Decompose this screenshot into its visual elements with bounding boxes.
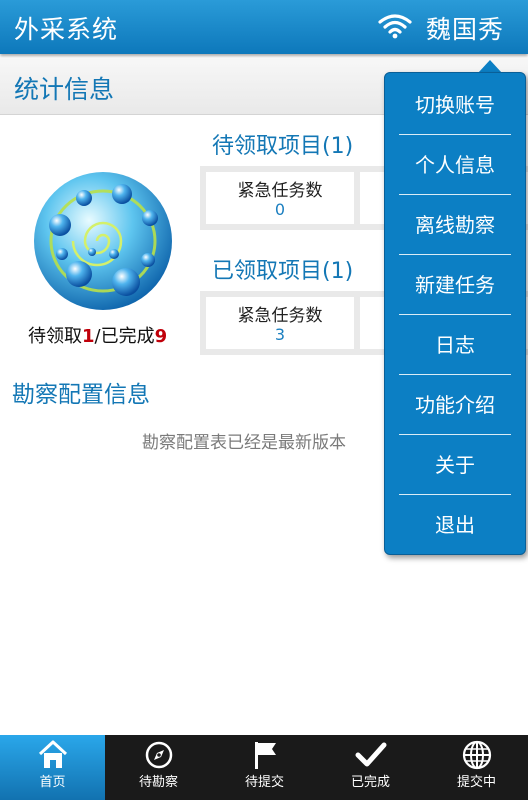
check-icon xyxy=(355,742,387,767)
config-status-message: 勘察配置表已经是最新版本 xyxy=(142,433,346,453)
stat-label: 紧急任务数 xyxy=(237,306,323,326)
wifi-icon xyxy=(378,14,412,39)
bottom-tab-bar: 首页 待勘察 待提交 已完成 提交中 xyxy=(0,735,528,800)
tab-to-submit[interactable]: 待提交 xyxy=(212,735,317,800)
pending-projects-title[interactable]: 待领取项目(1) xyxy=(212,128,353,160)
menu-item-profile[interactable]: 个人信息 xyxy=(385,135,525,195)
stat-value: 3 xyxy=(274,325,286,344)
stat-label: 紧急任务数 xyxy=(237,181,323,201)
section-title: 统计信息 xyxy=(14,75,115,104)
user-menu-button[interactable]: 魏国秀 xyxy=(426,10,504,46)
done-label: 已完成 xyxy=(100,326,155,347)
globe-icon xyxy=(462,740,492,770)
tab-label: 待勘察 xyxy=(138,775,178,790)
stat-value: 0 xyxy=(274,200,286,219)
task-summary: 待领取1/已完成9 xyxy=(28,322,167,348)
menu-item-new-task[interactable]: 新建任务 xyxy=(385,255,525,315)
pending-label: 待领取 xyxy=(28,326,82,347)
menu-item-logout[interactable]: 退出 xyxy=(385,495,525,555)
tab-label: 待提交 xyxy=(244,775,284,790)
config-section-title: 勘察配置信息 xyxy=(12,382,150,408)
menu-item-switch-account[interactable]: 切换账号 xyxy=(385,75,525,135)
compass-icon xyxy=(145,741,173,769)
received-projects-title[interactable]: 已领取项目(1) xyxy=(212,253,353,285)
home-icon xyxy=(38,740,68,768)
tab-to-survey[interactable]: 待勘察 xyxy=(106,735,211,800)
top-bar: 外采系统 魏国秀 xyxy=(0,0,528,54)
tab-label: 首页 xyxy=(39,775,66,790)
menu-item-offline-survey[interactable]: 离线勘察 xyxy=(385,195,525,255)
done-count: 9 xyxy=(154,326,168,347)
user-dropdown-menu: 切换账号 个人信息 离线勘察 新建任务 日志 功能介绍 关于 退出 xyxy=(384,72,526,555)
tab-label: 提交中 xyxy=(456,775,496,790)
menu-item-log[interactable]: 日志 xyxy=(385,315,525,375)
urgent-task-cell[interactable]: 紧急任务数 0 xyxy=(206,172,354,224)
app-logo-icon xyxy=(34,172,172,310)
tab-completed[interactable]: 已完成 xyxy=(318,735,423,800)
tab-label: 已完成 xyxy=(350,775,390,790)
menu-item-features[interactable]: 功能介绍 xyxy=(385,375,525,435)
urgent-task-cell[interactable]: 紧急任务数 3 xyxy=(206,297,354,349)
flag-icon xyxy=(255,742,276,769)
menu-item-about[interactable]: 关于 xyxy=(385,435,525,495)
pending-count: 1 xyxy=(82,326,95,347)
tab-home[interactable]: 首页 xyxy=(0,735,105,800)
tab-submitting[interactable]: 提交中 xyxy=(424,735,528,800)
app-title: 外采系统 xyxy=(14,15,119,44)
